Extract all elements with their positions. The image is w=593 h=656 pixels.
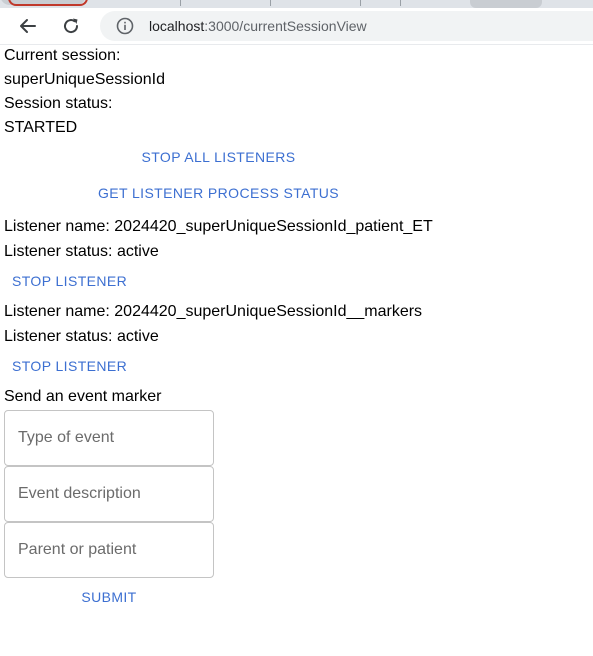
- get-status-row: GET LISTENER PROCESS STATUS: [4, 177, 593, 215]
- tab-divider: [270, 0, 271, 6]
- listener-actions: STOP LISTENER: [4, 350, 593, 385]
- address-bar[interactable]: localhost:3000/currentSessionView: [100, 11, 593, 41]
- page-content: Current session: superUniqueSessionId Se…: [4, 46, 593, 613]
- session-status-label: Session status:: [4, 95, 113, 112]
- tab-divider: [400, 0, 401, 6]
- parent-or-patient-field[interactable]: [4, 522, 214, 578]
- event-form-title: Send an event marker: [4, 388, 162, 405]
- session-status: STARTED: [4, 119, 78, 136]
- tab-divider: [180, 0, 181, 6]
- listener-actions: STOP LISTENER: [4, 265, 593, 300]
- tab-strip: [0, 0, 593, 8]
- get-listener-status-button[interactable]: GET LISTENER PROCESS STATUS: [90, 177, 347, 209]
- reload-button[interactable]: [57, 12, 85, 40]
- url-path: :3000/currentSessionView: [204, 18, 367, 34]
- arrow-left-icon: [20, 19, 36, 33]
- submit-button[interactable]: SUBMIT: [73, 581, 144, 613]
- stop-all-listeners-button[interactable]: STOP ALL LISTENERS: [133, 141, 303, 173]
- url-text[interactable]: localhost:3000/currentSessionView: [149, 18, 367, 34]
- tab-divider: [360, 0, 361, 6]
- stop-listener-button[interactable]: STOP LISTENER: [4, 350, 135, 382]
- stop-listener-button[interactable]: STOP LISTENER: [4, 265, 135, 297]
- listener-status: Listener status: active: [4, 243, 159, 260]
- listener-name: Listener name: 2024420_superUniqueSessio…: [4, 303, 423, 320]
- browser-tab[interactable]: [0, 0, 88, 6]
- listener-status: Listener status: active: [4, 328, 159, 345]
- submit-row: SUBMIT: [4, 581, 214, 613]
- event-marker-form: SUBMIT: [4, 410, 593, 613]
- session-id: superUniqueSessionId: [4, 71, 165, 88]
- listener-item: Listener name: 2024420_superUniqueSessio…: [4, 300, 593, 385]
- current-session-label: Current session:: [4, 47, 121, 64]
- listener-item: Listener name: 2024420_superUniqueSessio…: [4, 215, 593, 300]
- browser-tab[interactable]: [470, 0, 542, 8]
- url-host: localhost: [149, 18, 205, 34]
- browser-toolbar: localhost:3000/currentSessionView: [0, 8, 593, 44]
- listener-name: Listener name: 2024420_superUniqueSessio…: [4, 218, 433, 235]
- reload-icon: [64, 18, 79, 34]
- event-type-field[interactable]: [4, 410, 214, 466]
- back-button[interactable]: [14, 12, 42, 40]
- stop-all-row: STOP ALL LISTENERS: [4, 141, 593, 177]
- info-icon[interactable]: [116, 17, 134, 35]
- event-description-field[interactable]: [4, 466, 214, 522]
